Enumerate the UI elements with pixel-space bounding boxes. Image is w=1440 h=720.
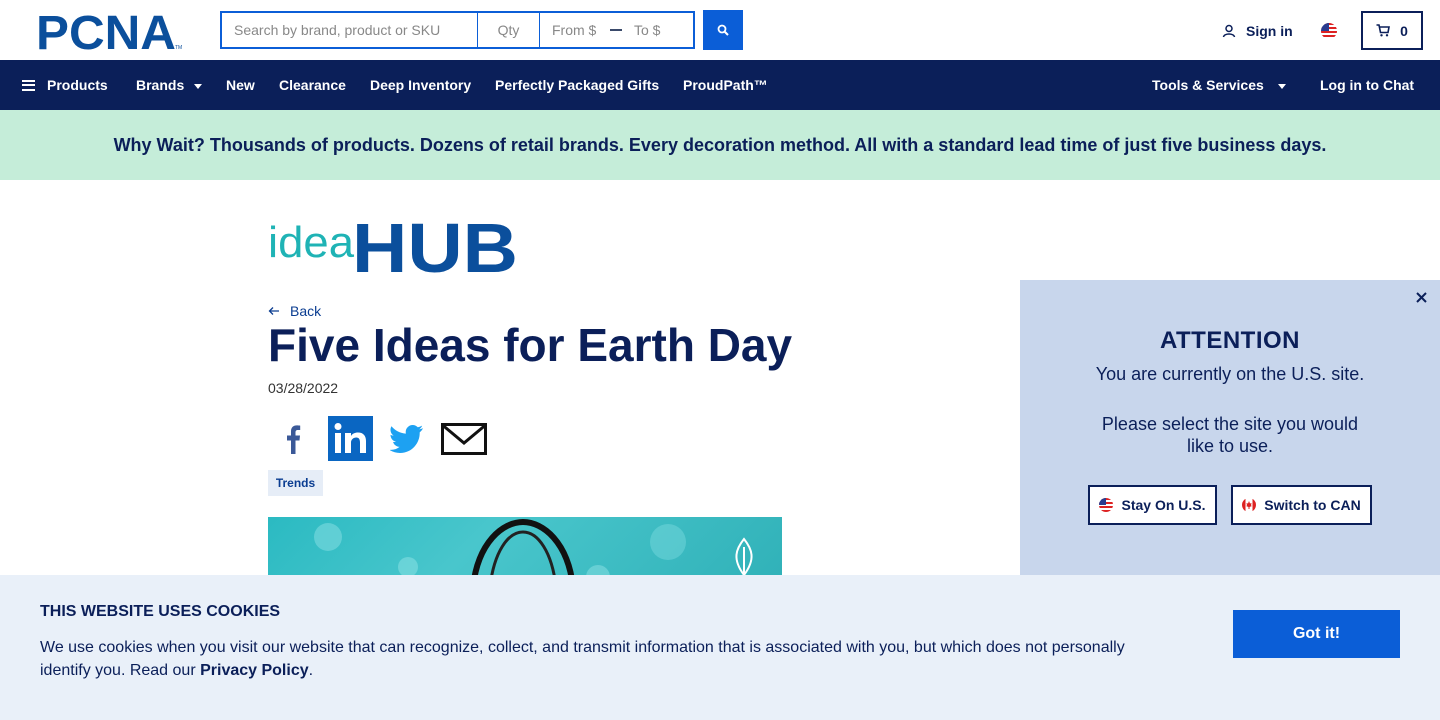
logo-tm: TM <box>175 45 182 50</box>
main-nav: Products Brands New Clearance Deep Inven… <box>0 60 1440 110</box>
user-icon <box>1222 24 1236 38</box>
nav-tools-label: Tools & Services <box>1152 77 1264 93</box>
search-icon <box>717 24 729 36</box>
cookie-banner: THIS WEBSITE USES COOKIES We use cookies… <box>0 575 1440 720</box>
nav-deep-inventory[interactable]: Deep Inventory <box>370 60 471 110</box>
dialog-title: ATTENTION <box>1159 327 1301 354</box>
share-email[interactable] <box>441 416 487 461</box>
linkedin-icon <box>328 416 373 461</box>
pcna-logo[interactable]: PCNA TM <box>36 12 184 50</box>
us-flag-icon <box>1099 498 1114 512</box>
back-arrow-icon <box>268 307 279 315</box>
search-input[interactable] <box>222 13 478 47</box>
share-linkedin[interactable] <box>328 416 373 461</box>
article-date: 03/28/2022 <box>268 380 339 396</box>
qty-input[interactable] <box>478 13 540 47</box>
cookie-end: . <box>308 662 314 679</box>
nav-chat-label: Log in to Chat <box>1320 77 1415 93</box>
price-to-input[interactable] <box>622 13 692 47</box>
back-link[interactable]: Back <box>268 303 321 319</box>
twitter-icon <box>390 424 423 453</box>
nav-clearance-label: Clearance <box>279 77 346 93</box>
cookie-text: We use cookies when you visit our websit… <box>40 636 1150 682</box>
cart-count: 0 <box>1400 22 1408 39</box>
nav-new[interactable]: New <box>226 60 255 110</box>
accept-cookies-button[interactable]: Got it! <box>1233 610 1400 658</box>
nav-products[interactable]: Products <box>22 60 108 110</box>
share-facebook[interactable] <box>275 416 311 461</box>
nav-new-label: New <box>226 77 255 93</box>
share-twitter[interactable] <box>389 416 425 461</box>
price-from-input[interactable] <box>540 13 610 47</box>
chevron-down-icon <box>1277 83 1286 89</box>
ideahub-hub: HUB <box>352 214 518 274</box>
facebook-icon <box>287 424 301 454</box>
sign-in-label: Sign in <box>1246 23 1293 39</box>
nav-proudpath-label: ProudPath™ <box>683 77 768 93</box>
top-header: PCNA TM Sign in 0 <box>0 0 1440 60</box>
nav-tools[interactable]: Tools & Services <box>1152 60 1286 110</box>
article-title: Five Ideas for Earth Day <box>268 319 793 371</box>
mail-icon <box>441 422 487 455</box>
switch-can-label: Switch to CAN <box>1264 497 1361 513</box>
us-flag-icon[interactable] <box>1321 23 1337 39</box>
sign-in-link[interactable]: Sign in <box>1222 20 1293 42</box>
nav-deep-inventory-label: Deep Inventory <box>370 77 472 93</box>
nav-products-label: Products <box>47 77 108 93</box>
canada-flag-icon <box>1242 498 1257 512</box>
ideahub-idea: idea <box>268 218 355 267</box>
region-select-dialog: ATTENTION You are currently on the U.S. … <box>1020 280 1440 580</box>
promo-banner: Why Wait? Thousands of products. Dozens … <box>0 110 1440 180</box>
price-range-dash <box>610 13 622 47</box>
stay-us-button[interactable]: Stay On U.S. <box>1088 485 1217 525</box>
privacy-policy-link[interactable]: Privacy Policy <box>200 662 309 679</box>
search-button[interactable] <box>703 10 743 50</box>
ideahub-logo: idea HUB <box>268 214 518 274</box>
nav-brands[interactable]: Brands <box>136 60 203 110</box>
stay-us-label: Stay On U.S. <box>1121 497 1206 513</box>
switch-can-button[interactable]: Switch to CAN <box>1231 485 1372 525</box>
dialog-current-site: You are currently on the U.S. site. <box>1095 364 1365 384</box>
nav-chat[interactable]: Log in to Chat <box>1320 60 1414 110</box>
nav-gifts[interactable]: Perfectly Packaged Gifts <box>495 60 659 110</box>
nav-gifts-label: Perfectly Packaged Gifts <box>495 77 660 93</box>
search-bar <box>220 11 695 49</box>
cookie-title: THIS WEBSITE USES COOKIES <box>40 603 281 620</box>
nav-clearance[interactable]: Clearance <box>279 60 346 110</box>
cart-icon <box>1376 24 1391 37</box>
back-label: Back <box>290 303 322 319</box>
nav-brands-label: Brands <box>136 77 185 93</box>
tag-trends[interactable]: Trends <box>268 470 323 496</box>
nav-proudpath[interactable]: ProudPath™ <box>683 60 768 110</box>
dialog-prompt: Please select the site you would like to… <box>1101 414 1359 456</box>
cart-button[interactable]: 0 <box>1361 11 1423 50</box>
close-button[interactable] <box>1412 288 1430 306</box>
menu-icon <box>22 79 35 91</box>
chevron-down-icon <box>194 83 203 89</box>
promo-text: Why Wait? Thousands of products. Dozens … <box>113 134 1327 155</box>
logo-text: PCNA <box>36 12 176 50</box>
close-icon <box>1415 291 1427 303</box>
